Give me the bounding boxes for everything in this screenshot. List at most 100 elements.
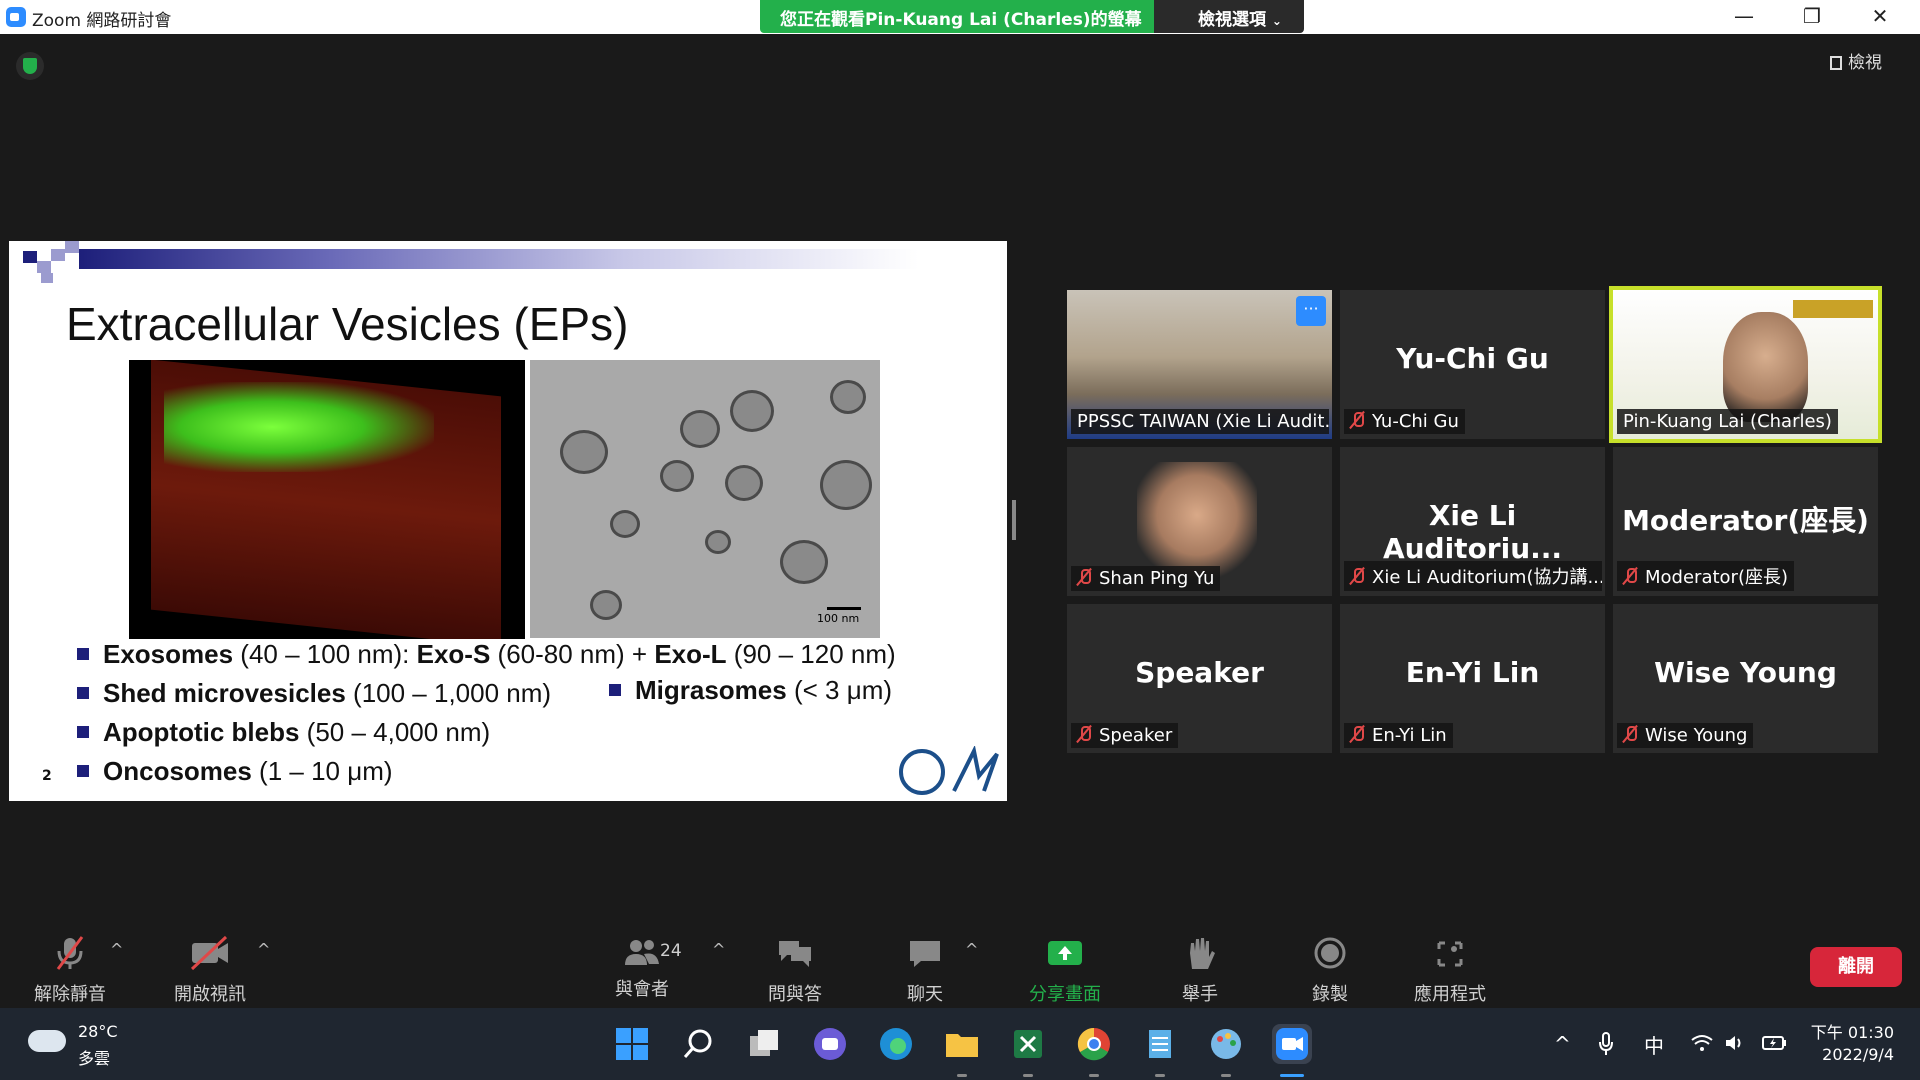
participant-tile[interactable]: Yu-Chi Gu Yu-Chi Gu bbox=[1340, 290, 1605, 439]
chat-label: 聊天 bbox=[907, 984, 943, 1005]
view-button[interactable]: 檢視 bbox=[1830, 48, 1882, 73]
start-video-label: 開啟視訊 bbox=[174, 984, 246, 1005]
zoom-taskbar-icon[interactable] bbox=[1272, 1024, 1312, 1064]
raise-hand-label: 舉手 bbox=[1182, 984, 1218, 1005]
share-screen-icon bbox=[1048, 941, 1082, 965]
windows-start-icon[interactable] bbox=[612, 1024, 652, 1064]
excel-icon[interactable] bbox=[1008, 1024, 1048, 1064]
close-button[interactable]: ✕ bbox=[1846, 0, 1914, 34]
paint-icon[interactable] bbox=[1206, 1024, 1246, 1064]
bullet-square bbox=[77, 765, 89, 777]
record-button[interactable]: 錄製 bbox=[1295, 935, 1365, 1006]
participant-label: Shan Ping Yu bbox=[1071, 566, 1221, 591]
running-indicator bbox=[1023, 1074, 1033, 1077]
participant-tile[interactable]: Xie Li Auditoriu... Xie Li Auditorium(協力… bbox=[1340, 447, 1605, 596]
participant-display-name: Speaker bbox=[1135, 656, 1264, 689]
notepad-icon[interactable] bbox=[1140, 1024, 1180, 1064]
chrome-icon[interactable] bbox=[1074, 1024, 1114, 1064]
vesicle bbox=[705, 530, 731, 554]
participant-tile[interactable]: Speaker Speaker bbox=[1067, 604, 1332, 753]
task-view-icon[interactable] bbox=[744, 1024, 784, 1064]
audio-options-caret[interactable]: ^ bbox=[110, 940, 123, 959]
participants-label: 與會者 bbox=[615, 979, 669, 1000]
security-shield-icon[interactable] bbox=[16, 52, 44, 80]
slide-decor-square bbox=[51, 249, 65, 261]
participant-tile[interactable]: Wise Young Wise Young bbox=[1613, 604, 1878, 753]
bullet-square bbox=[609, 684, 621, 696]
chat-icon bbox=[910, 941, 940, 967]
teams-chat-icon[interactable] bbox=[810, 1024, 850, 1064]
chevron-up-icon[interactable]: ^ bbox=[1554, 1032, 1571, 1056]
view-options-label: 檢視選項 bbox=[1198, 10, 1266, 30]
cloud-icon[interactable] bbox=[28, 1030, 66, 1052]
participant-label: En-Yi Lin bbox=[1344, 723, 1453, 748]
participant-display-name: Moderator(座長) bbox=[1622, 504, 1869, 537]
unmute-button[interactable]: 解除靜音 bbox=[25, 935, 115, 1006]
leave-button[interactable]: 離開 bbox=[1810, 947, 1902, 987]
split-view-divider[interactable] bbox=[1012, 500, 1016, 540]
participant-display-name: Xie Li Auditoriu... bbox=[1382, 499, 1563, 565]
chat-button[interactable]: 聊天 bbox=[890, 935, 960, 1006]
view-layout-icon bbox=[1830, 56, 1842, 70]
participant-tile[interactable]: ··· PPSSC TAIWAN (Xie Li Audit... bbox=[1067, 290, 1332, 439]
running-indicator bbox=[1089, 1074, 1099, 1077]
minimize-button[interactable]: — bbox=[1710, 0, 1778, 34]
participants-icon bbox=[625, 940, 659, 965]
participant-profile-photo bbox=[1137, 462, 1257, 580]
participant-label: Wise Young bbox=[1617, 723, 1754, 748]
bullet-item: Apoptotic blebs (50 – 4,000 nm) bbox=[77, 717, 490, 748]
video-options-caret[interactable]: ^ bbox=[257, 940, 270, 959]
university-seal-logo bbox=[899, 749, 945, 795]
video-off-icon bbox=[190, 935, 228, 971]
fluorescence-3d-image bbox=[129, 360, 525, 639]
apps-button[interactable]: 應用程式 bbox=[1405, 935, 1495, 1006]
apps-icon bbox=[1437, 941, 1463, 967]
participant-tile[interactable]: Moderator(座長) Moderator(座長) bbox=[1613, 447, 1878, 596]
wifi-icon[interactable] bbox=[1690, 1034, 1714, 1052]
temperature[interactable]: 28°C bbox=[78, 1022, 118, 1041]
share-screen-button[interactable]: 分享畫面 bbox=[1020, 935, 1110, 1006]
raise-hand-button[interactable]: 舉手 bbox=[1165, 935, 1235, 1006]
bullet-item: Oncosomes (1 – 10 μm) bbox=[77, 756, 393, 787]
participant-label: Xie Li Auditorium(協力講... bbox=[1344, 561, 1602, 591]
more-options-button[interactable]: ··· bbox=[1296, 296, 1326, 326]
view-button-label: 檢視 bbox=[1848, 53, 1882, 73]
microphone-icon[interactable] bbox=[1598, 1032, 1614, 1056]
vesicle bbox=[660, 460, 694, 492]
maximize-button[interactable]: ❐ bbox=[1778, 0, 1846, 34]
participants-button[interactable]: 24 與會者 bbox=[602, 935, 682, 1001]
clock-date: 2022/9/4 bbox=[1822, 1045, 1894, 1064]
chevron-down-icon: ⌄ bbox=[1271, 14, 1282, 28]
slide-number: 2 bbox=[42, 768, 52, 784]
participant-tile[interactable]: En-Yi Lin En-Yi Lin bbox=[1340, 604, 1605, 753]
battery-charging-icon[interactable] bbox=[1762, 1034, 1788, 1052]
unmute-label: 解除靜音 bbox=[34, 984, 106, 1005]
participant-tile[interactable]: Shan Ping Yu bbox=[1067, 447, 1332, 596]
speaker-volume-icon[interactable] bbox=[1724, 1034, 1746, 1052]
chat-options-caret[interactable]: ^ bbox=[965, 940, 978, 959]
running-indicator bbox=[957, 1074, 967, 1077]
start-video-button[interactable]: 開啟視訊 bbox=[160, 935, 260, 1006]
view-options-button[interactable]: 檢視選項 ⌄ bbox=[1154, 0, 1304, 33]
bullet-square bbox=[77, 687, 89, 699]
bullet-square bbox=[77, 726, 89, 738]
file-explorer-icon[interactable] bbox=[942, 1024, 982, 1064]
mic-muted-icon bbox=[1350, 411, 1364, 429]
scale-bar-label: 100 nm bbox=[817, 612, 860, 625]
weather-condition[interactable]: 多雲 bbox=[78, 1045, 110, 1069]
participant-label: Moderator(座長) bbox=[1617, 561, 1794, 591]
slide-title: Extracellular Vesicles (EPs) bbox=[66, 298, 629, 350]
search-icon[interactable] bbox=[678, 1024, 718, 1064]
window-title: Zoom 網路研討會 bbox=[32, 11, 172, 31]
edge-browser-icon[interactable] bbox=[876, 1024, 916, 1064]
ime-indicator[interactable]: 中 bbox=[1644, 1030, 1664, 1059]
participant-display-name: Wise Young bbox=[1654, 656, 1837, 689]
qa-button[interactable]: 問與答 bbox=[755, 935, 835, 1006]
mic-muted-icon bbox=[1077, 725, 1091, 743]
vesicle bbox=[730, 390, 774, 432]
mic-muted-icon bbox=[1623, 725, 1637, 743]
participants-options-caret[interactable]: ^ bbox=[712, 940, 725, 959]
mic-muted-icon bbox=[1350, 725, 1364, 743]
system-clock[interactable]: 下午 01:30 2022/9/4 bbox=[1806, 1022, 1894, 1066]
windows-taskbar: 28°C 多雲 ^ 中 下午 01:30 2022/9/4 bbox=[0, 1008, 1920, 1080]
